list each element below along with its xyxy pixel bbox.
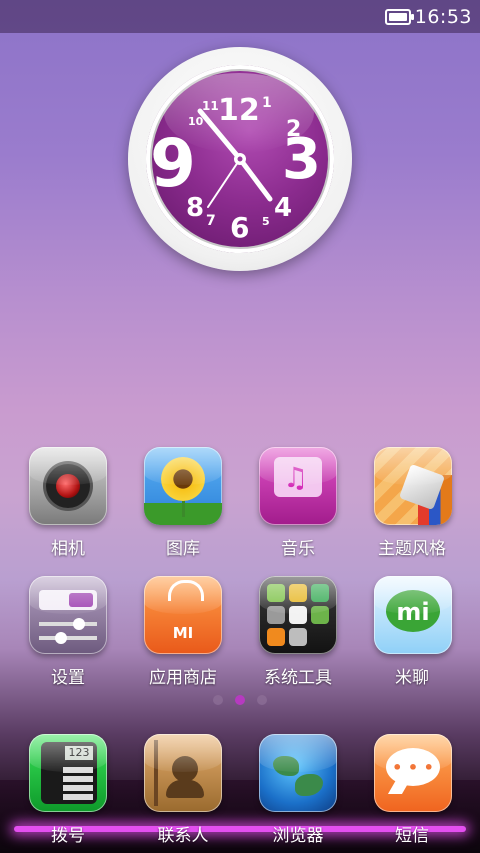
page-indicator[interactable] (0, 695, 480, 705)
app-label-gallery: 图库 (166, 539, 200, 559)
minute-hand (237, 156, 273, 202)
dock-label-browser: 浏览器 (272, 826, 324, 846)
status-bar: 16:53 (0, 0, 480, 33)
themes-icon[interactable] (374, 447, 452, 525)
page-dot-2[interactable] (235, 695, 245, 705)
dock-label-sms: 短信 (395, 826, 429, 846)
app-store-icon[interactable]: MI (144, 576, 222, 654)
hour-hand (197, 108, 243, 162)
app-label-system-tools: 系统工具 (264, 668, 332, 688)
status-time: 16:53 (414, 5, 472, 28)
clock-face: 12 1 2 3 4 5 6 7 8 9 10 11 (146, 65, 334, 253)
music-icon[interactable]: ♫ (259, 447, 337, 525)
system-tools-icon[interactable] (259, 576, 337, 654)
app-label-camera: 相机 (51, 539, 85, 559)
second-hand (207, 158, 241, 208)
browser-icon[interactable] (259, 734, 337, 812)
app-label-music: 音乐 (281, 539, 315, 559)
clock-hands (197, 108, 273, 208)
phone-dialer-icon[interactable]: 123 (29, 734, 107, 812)
dock-label-contacts: 联系人 (157, 826, 209, 846)
page-dot-1[interactable] (213, 695, 223, 705)
camera-icon[interactable] (29, 447, 107, 525)
dock-label-phone: 拨号 (51, 826, 85, 846)
app-label-themes: 主题风格 (378, 539, 446, 559)
app-label-app-store: 应用商店 (149, 668, 217, 688)
battery-icon (384, 8, 414, 25)
miliao-icon[interactable]: mi (374, 576, 452, 654)
contacts-icon[interactable] (144, 734, 222, 812)
app-label-miliao: 米聊 (395, 668, 429, 688)
clock-widget[interactable]: 12 1 2 3 4 5 6 7 8 9 10 11 (128, 47, 352, 271)
sms-icon[interactable]: • • • (374, 734, 452, 812)
gallery-icon[interactable] (144, 447, 222, 525)
settings-icon[interactable] (29, 576, 107, 654)
app-label-settings: 设置 (51, 668, 85, 688)
mi-logo-text: MI (172, 624, 194, 642)
page-dot-3[interactable] (257, 695, 267, 705)
